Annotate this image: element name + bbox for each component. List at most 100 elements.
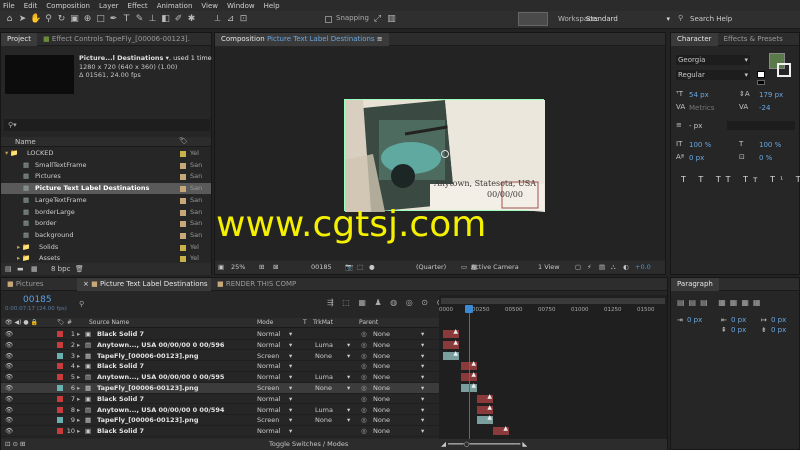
project-item[interactable]: ▾ 📁 LOCKED Yel: [1, 148, 211, 159]
toggle-panels-icon[interactable]: ⊡ ⊙ ⊞: [5, 439, 25, 450]
layer-label-swatch[interactable]: [57, 374, 63, 381]
timeline-timecode[interactable]: 00185: [23, 295, 52, 305]
expand-layer-icon[interactable]: ▸: [77, 361, 80, 371]
tab-paragraph[interactable]: Paragraph: [671, 277, 719, 291]
project-item[interactable]: ▦ Pictures San: [1, 171, 211, 182]
visibility-icon[interactable]: 👁: [5, 426, 13, 436]
layer-parent-select[interactable]: None: [373, 415, 390, 425]
col-name-header[interactable]: Name: [15, 138, 36, 146]
label-color-swatch[interactable]: [180, 232, 186, 239]
layer-mode-select[interactable]: Normal: [257, 372, 281, 382]
bpc-label[interactable]: 8 bpc: [51, 265, 70, 273]
expand-layer-icon[interactable]: ▸: [77, 351, 80, 361]
menu-help[interactable]: Help: [264, 2, 280, 10]
text-style-buttons[interactable]: T T TT Tт T¹ T₁: [681, 175, 800, 184]
new-folder-icon[interactable]: ▬: [17, 265, 24, 273]
baseline-shift-value[interactable]: 0 px: [689, 154, 704, 162]
label-color-swatch[interactable]: [180, 174, 186, 181]
layer-row[interactable]: 👁 4 ▸ ▣ Black Solid 7 Normal ▾ ◎ None ▾: [1, 361, 439, 372]
parent-header[interactable]: Parent: [359, 318, 378, 328]
snap-icon[interactable]: ⤢: [372, 14, 383, 25]
font-style-select[interactable]: Regular ▾: [676, 70, 750, 80]
project-item[interactable]: ▦ background San: [1, 230, 211, 241]
layer-name[interactable]: TapeFly_[00006-00123].png: [97, 415, 198, 425]
close-icon[interactable]: ×: [83, 280, 89, 288]
layer-label-swatch[interactable]: [57, 417, 63, 424]
pickwhip-icon[interactable]: ◎: [361, 394, 367, 404]
tab-effect-controls[interactable]: ■ Effect Controls TapeFly_[00006-00123].: [37, 33, 196, 46]
layer-trkmat-select[interactable]: None: [315, 415, 332, 425]
current-time-indicator[interactable]: [469, 305, 470, 439]
layer-trkmat-select[interactable]: None: [315, 351, 332, 361]
label-color-swatch[interactable]: [180, 151, 186, 157]
close-icon[interactable]: ≡: [377, 35, 383, 43]
pickwhip-icon[interactable]: ◎: [361, 329, 367, 339]
layer-parent-select[interactable]: None: [373, 340, 390, 350]
layer-trkmat-select[interactable]: None: [315, 383, 332, 393]
puppet-tool-icon[interactable]: ✱: [186, 14, 197, 25]
stroke-style-select[interactable]: [727, 121, 795, 130]
menu-file[interactable]: File: [3, 2, 15, 10]
project-item[interactable]: ▦ Picture Text Label Destinations San: [1, 183, 211, 195]
reset-exposure-icon[interactable]: ◐: [623, 261, 629, 274]
workspace-icon-button[interactable]: [518, 12, 548, 26]
pickwhip-icon[interactable]: ◎: [361, 361, 367, 371]
search-help-input[interactable]: Search Help: [690, 15, 732, 23]
visibility-icon[interactable]: 👁: [5, 415, 13, 425]
layer-row[interactable]: 👁 5 ▸ ▤ Anytown..., USA 00/00/00 0 00/595 Nor…: [1, 372, 439, 383]
menu-layer[interactable]: Layer: [99, 2, 119, 10]
layer-duration-bar[interactable]: ▲: [493, 425, 509, 436]
roto-tool-icon[interactable]: ✐: [173, 14, 184, 25]
visibility-icon[interactable]: 👁: [5, 405, 13, 415]
project-search-input[interactable]: ⚲▾: [4, 119, 210, 131]
tab-character[interactable]: Character: [671, 32, 718, 46]
work-area-bar[interactable]: [441, 298, 665, 304]
eraser-tool-icon[interactable]: ◧: [160, 14, 171, 25]
layer-name[interactable]: TapeFly_[00006-00123].png: [97, 383, 198, 393]
pen-tool-icon[interactable]: ✒: [108, 14, 119, 25]
layer-name[interactable]: Black Solid 7: [97, 426, 144, 436]
view-axis-icon[interactable]: ⊡: [238, 14, 249, 25]
layer-parent-select[interactable]: None: [373, 394, 390, 404]
project-item[interactable]: ▦ border San: [1, 218, 211, 229]
layer-name[interactable]: Anytown..., USA 00/00/00 0 00/596: [97, 340, 224, 350]
layer-label-swatch[interactable]: [57, 352, 63, 359]
black-swatch[interactable]: [757, 80, 765, 85]
timeline-graph[interactable]: 0000 00250 00500 00750 01000 01250 01500 ▲ ▲ ▲ ▲ ▲…: [439, 295, 667, 439]
trkmat-header[interactable]: TrkMat: [313, 318, 333, 328]
expand-layer-icon[interactable]: ▸: [77, 340, 80, 350]
layer-mode-select[interactable]: Normal: [257, 426, 281, 436]
safe-zones-icon[interactable]: ⊞: [259, 261, 264, 274]
pickwhip-icon[interactable]: ◎: [361, 415, 367, 425]
menu-animation[interactable]: Animation: [157, 2, 193, 10]
mode-header[interactable]: Mode: [257, 318, 273, 328]
visibility-icon[interactable]: 👁: [5, 394, 13, 404]
layer-duration-bar[interactable]: ▲: [477, 404, 493, 414]
stroke-width-value[interactable]: - px: [689, 122, 702, 130]
label-color-swatch[interactable]: [180, 162, 186, 169]
layer-row[interactable]: 👁 7 ▸ ▣ Black Solid 7 Normal ▾ ◎ None ▾: [1, 393, 439, 405]
always-preview-icon[interactable]: ▣: [218, 261, 224, 274]
home-icon[interactable]: ⌂: [4, 14, 15, 25]
playhead-handle[interactable]: [465, 305, 473, 313]
layer-name[interactable]: Anytown..., USA 00/00/00 0 00/595: [97, 372, 224, 382]
tab-effects-presets[interactable]: Effects & Presets: [718, 33, 789, 46]
layer-parent-select[interactable]: None: [373, 351, 390, 361]
layer-mode-select[interactable]: Normal: [257, 361, 281, 371]
layer-mode-select[interactable]: Screen: [257, 415, 279, 425]
layer-name[interactable]: Black Solid 7: [97, 329, 144, 339]
zoom-slider[interactable]: ◢ ━━━━○━━━━━━━━━━━━━ ◣: [441, 439, 527, 450]
pickwhip-icon[interactable]: ◎: [361, 383, 367, 393]
layer-mode-select[interactable]: Screen: [257, 383, 279, 393]
font-family-select[interactable]: Georgia ▾: [676, 55, 750, 65]
world-axis-icon[interactable]: ⊿: [225, 14, 236, 25]
expand-layer-icon[interactable]: ▸: [77, 394, 80, 404]
label-column-icon[interactable]: 🏷: [179, 137, 188, 145]
keyframe-icon[interactable]: ▲: [471, 371, 476, 378]
project-item[interactable]: ▦ borderLarge San: [1, 207, 211, 218]
keyframe-icon[interactable]: ▲: [453, 339, 458, 346]
menu-composition[interactable]: Composition: [46, 2, 90, 10]
menu-window[interactable]: Window: [227, 2, 255, 10]
layer-duration-bar[interactable]: ▲: [443, 339, 459, 349]
brush-tool-icon[interactable]: ✎: [134, 14, 145, 25]
